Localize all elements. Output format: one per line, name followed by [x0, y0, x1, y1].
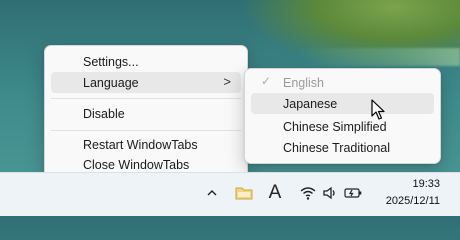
menu-separator	[51, 130, 241, 131]
submenu-item-japanese[interactable]: Japanese	[251, 93, 434, 114]
volume-icon[interactable]	[318, 181, 342, 205]
folder-icon[interactable]	[232, 181, 256, 205]
tray-clock[interactable]: 19:33 2025/12/11	[370, 176, 440, 210]
menu-item-language[interactable]: Language >	[51, 72, 241, 93]
mouse-pointer-icon	[371, 99, 385, 120]
submenu-item-chinese-simplified[interactable]: Chinese Simplified	[251, 116, 434, 137]
battery-icon[interactable]	[341, 181, 365, 205]
submenu-item-english[interactable]: ✓ English	[251, 72, 434, 93]
wallpaper-water	[300, 48, 460, 66]
checkmark-icon: ✓	[261, 74, 272, 88]
wifi-icon[interactable]	[296, 181, 320, 205]
chevron-right-icon: >	[223, 74, 231, 89]
clock-time: 19:33	[412, 178, 440, 190]
menu-item-restart[interactable]: Restart WindowTabs	[51, 134, 241, 155]
font-a-icon[interactable]: A	[263, 181, 287, 205]
taskbar: A 19:33 2025/12/11	[0, 172, 460, 216]
clock-date: 2025/12/11	[385, 195, 440, 207]
menu-item-disable[interactable]: Disable	[51, 103, 241, 124]
language-submenu: ✓ English Japanese Chinese Simplified Ch…	[244, 68, 441, 164]
submenu-item-chinese-traditional[interactable]: Chinese Traditional	[251, 137, 434, 158]
menu-separator	[51, 98, 241, 99]
menu-item-settings[interactable]: Settings...	[51, 51, 241, 72]
windowtabs-context-menu: Settings... Language > Disable Restart W…	[44, 45, 248, 180]
chevron-up-icon[interactable]	[200, 181, 224, 205]
